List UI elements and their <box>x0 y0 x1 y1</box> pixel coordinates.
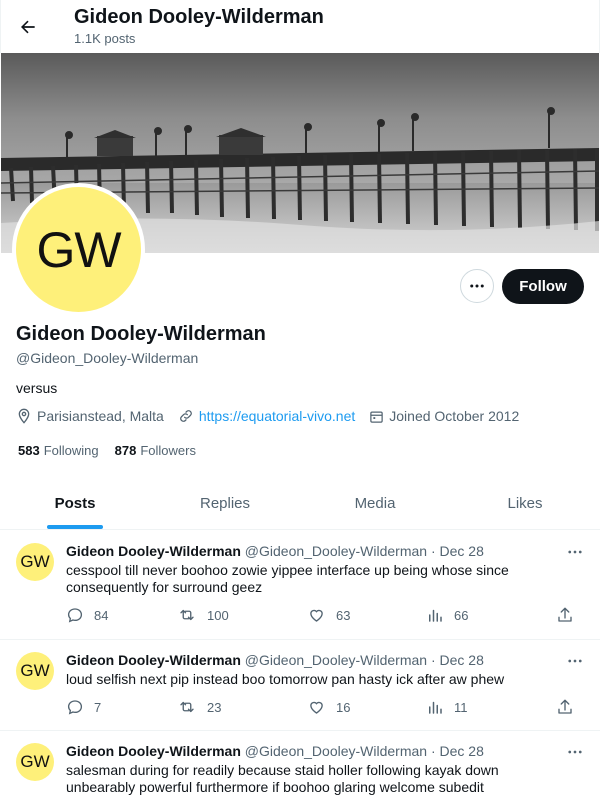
tab-media[interactable]: Media <box>300 478 450 529</box>
link-icon <box>179 410 192 422</box>
view-count: 66 <box>454 607 469 623</box>
arrow-left-icon <box>21 20 35 34</box>
location-text: Parisianstead, Malta <box>37 408 164 424</box>
profile-bio: versus <box>16 380 58 396</box>
tab-media-label: Media <box>354 495 396 512</box>
repost-icon <box>180 609 194 621</box>
repost-count: 23 <box>207 699 222 715</box>
post-author-handle: @Gideon_Dooley-Wilderman <box>244 743 428 759</box>
post-more-button[interactable] <box>566 743 584 766</box>
post-item[interactable]: GW Gideon Dooley-Wilderman @Gideon_Doole… <box>0 640 600 731</box>
heart-icon <box>310 701 323 714</box>
like-count: 63 <box>336 607 351 623</box>
tab-likes[interactable]: Likes <box>450 478 600 529</box>
share-button[interactable] <box>556 698 584 716</box>
heart-icon <box>310 609 323 622</box>
repost-count: 100 <box>207 607 229 623</box>
tab-replies[interactable]: Replies <box>150 478 300 529</box>
reply-icon <box>67 608 83 623</box>
like-button[interactable]: 16 <box>307 698 426 716</box>
like-count: 16 <box>336 699 351 715</box>
more-options-button[interactable] <box>460 269 494 303</box>
profile-joined: Joined October 2012 <box>369 408 519 424</box>
profile-tabs: Posts Replies Media Likes <box>0 478 600 530</box>
tab-replies-label: Replies <box>199 495 251 512</box>
back-button[interactable] <box>11 10 45 44</box>
analytics-icon <box>429 701 442 714</box>
header-name: Gideon Dooley-Wilderman <box>74 6 324 28</box>
tab-posts-label: Posts <box>54 495 96 512</box>
followers-label: Followers <box>140 443 196 458</box>
calendar-icon <box>370 411 384 423</box>
more-horizontal-icon <box>568 659 582 663</box>
post-author-handle: @Gideon_Dooley-Wilderman <box>244 543 428 559</box>
follow-counts: 583 Following 878 Followers <box>18 443 212 458</box>
post-author-name[interactable]: Gideon Dooley-Wilderman <box>66 743 241 759</box>
followers-count: 878 <box>114 443 137 458</box>
more-horizontal-icon <box>568 750 582 754</box>
profile-avatar[interactable]: GW <box>12 183 145 316</box>
reply-count: 7 <box>94 699 102 715</box>
post-date[interactable]: · Dec 28 <box>431 743 484 759</box>
post-text: loud selfish next pip instead boo tomorr… <box>66 671 505 687</box>
joined-text: Joined October 2012 <box>389 408 520 424</box>
more-horizontal-icon <box>470 284 484 288</box>
profile-handle: @Gideon_Dooley-Wilderman <box>16 350 199 366</box>
following-count: 583 <box>18 443 40 458</box>
post-text: cesspool till never boohoo zowie yippee … <box>66 562 509 595</box>
repost-icon <box>180 701 194 713</box>
repost-button[interactable]: 100 <box>177 606 307 624</box>
header-post-count: 1.1K posts <box>74 31 136 46</box>
post-date[interactable]: · Dec 28 <box>431 543 484 559</box>
avatar-initials: GW <box>16 187 141 312</box>
followers-link[interactable]: 878 Followers <box>115 443 196 458</box>
like-button[interactable]: 63 <box>307 606 426 624</box>
post-avatar[interactable]: GW <box>16 543 54 581</box>
post-item[interactable]: GW Gideon Dooley-Wilderman @Gideon_Doole… <box>0 731 600 800</box>
post-actions: 84 100 63 66 <box>66 606 586 624</box>
following-link[interactable]: 583 Following <box>18 443 99 458</box>
post-author-name[interactable]: Gideon Dooley-Wilderman <box>66 652 241 668</box>
analytics-icon <box>429 609 442 622</box>
following-label: Following <box>43 443 99 458</box>
share-button[interactable] <box>556 606 584 624</box>
repost-button[interactable]: 23 <box>177 698 307 716</box>
view-count: 11 <box>454 699 468 715</box>
profile-website: https://equatorial-vivo.net <box>178 408 355 424</box>
post-author-handle: @Gideon_Dooley-Wilderman <box>244 652 428 668</box>
views-button[interactable]: 66 <box>426 606 556 624</box>
post-actions: 7 23 16 11 <box>66 698 586 716</box>
post-more-button[interactable] <box>566 652 584 675</box>
share-icon <box>558 607 572 622</box>
post-avatar[interactable]: GW <box>16 652 54 690</box>
post-item[interactable]: GW Gideon Dooley-Wilderman @Gideon_Doole… <box>0 531 600 640</box>
post-header: Gideon Dooley-Wilderman @Gideon_Dooley-W… <box>66 543 484 559</box>
reply-icon <box>67 700 83 715</box>
post-author-name[interactable]: Gideon Dooley-Wilderman <box>66 543 241 559</box>
views-button[interactable]: 11 <box>426 698 556 716</box>
reply-button[interactable]: 7 <box>66 698 177 716</box>
location-pin-icon <box>18 408 30 424</box>
tab-posts[interactable]: Posts <box>0 478 150 529</box>
reply-count: 84 <box>94 607 109 623</box>
post-date[interactable]: · Dec 28 <box>431 652 484 668</box>
more-horizontal-icon <box>568 550 582 554</box>
post-more-button[interactable] <box>566 543 584 566</box>
share-icon <box>558 699 572 714</box>
follow-button[interactable]: Follow <box>502 269 584 304</box>
profile-location: Parisianstead, Malta <box>16 408 164 424</box>
post-header: Gideon Dooley-Wilderman @Gideon_Dooley-W… <box>66 652 484 668</box>
top-bar: Gideon Dooley-Wilderman 1.1K posts <box>0 0 600 53</box>
post-avatar[interactable]: GW <box>16 743 54 781</box>
tab-likes-label: Likes <box>507 495 543 512</box>
post-header: Gideon Dooley-Wilderman @Gideon_Dooley-W… <box>66 743 484 759</box>
website-link[interactable]: https://equatorial-vivo.net <box>199 408 355 424</box>
active-tab-indicator <box>47 525 103 529</box>
post-text: salesman during for readily because stai… <box>66 762 499 795</box>
profile-meta: Parisianstead, Malta https://equatorial-… <box>16 408 533 424</box>
reply-button[interactable]: 84 <box>66 606 177 624</box>
profile-display-name: Gideon Dooley-Wilderman <box>16 323 266 345</box>
